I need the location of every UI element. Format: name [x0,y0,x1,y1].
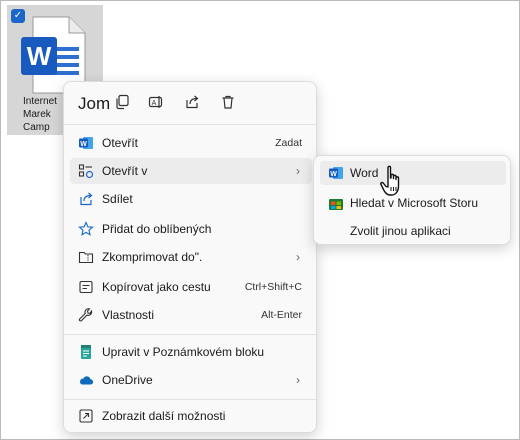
explorer-window: ✓ W Internet Marek Camp Jom A W Otevřít … [0,0,520,440]
cloud-icon [80,376,94,385]
copy-path-icon [79,280,93,294]
menu-item-share[interactable]: Sdílet [70,186,312,212]
menu-item-label: Sdílet [102,192,133,206]
rename-icon[interactable]: A [148,94,164,110]
menu-separator [64,124,316,125]
open-with-submenu: W Word Hledat v Microsoft Storu Zvolit j… [313,155,511,245]
svg-text:A: A [152,100,157,107]
word-icon: W [329,167,343,179]
menu-item-copy-path[interactable]: Kopírovat jako cestu Ctrl+Shift+C [70,274,312,300]
menu-item-shortcut: Alt-Enter [261,309,302,321]
star-icon [78,221,94,236]
menu-item-properties[interactable]: Vlastnosti Alt-Enter [70,302,312,328]
menu-separator [64,399,316,400]
submenu-item-label: Word [350,166,379,180]
svg-text:W: W [330,171,337,178]
menu-item-add-favorites[interactable]: Přidat do oblíbených [70,216,312,242]
menu-separator [64,334,316,335]
menu-item-more-options[interactable]: Zobrazit další možnosti [70,403,312,429]
trash-icon[interactable] [220,94,236,110]
hand-cursor-icon [380,165,400,196]
submenu-item-label: Zvolit jinou aplikaci [350,224,451,238]
menu-header-text: Jom [78,94,111,113]
chevron-right-icon: › [296,164,300,178]
menu-item-shortcut: Zadat [275,137,302,149]
menu-item-label: Otevřít [102,136,139,150]
submenu-item-label: Hledat v Microsoft Storu [350,196,479,210]
chevron-right-icon: › [296,250,300,264]
chevron-right-icon: › [296,373,300,387]
svg-text:W: W [80,141,87,148]
menu-item-shortcut: Ctrl+Shift+C [244,281,302,293]
share-icon [80,192,93,206]
word-icon: W [79,137,93,149]
menu-item-label: Vlastnosti [102,308,155,322]
menu-item-onedrive[interactable]: OneDrive › [70,367,312,393]
submenu-item-store[interactable]: Hledat v Microsoft Storu [320,191,506,215]
share-icon[interactable] [184,94,200,110]
menu-item-label: Zkomprimovat do". [102,250,203,264]
menu-item-open[interactable]: W Otevřít Zadat [70,130,312,156]
more-options-icon [79,409,93,423]
menu-quick-actions: Jom A [64,82,316,122]
submenu-item-word[interactable]: W Word [320,161,506,185]
copy-icon[interactable] [114,94,130,110]
svg-text:W: W [27,41,52,71]
menu-item-label: Přidat do oblíbených [102,222,212,236]
store-icon [329,199,343,210]
menu-item-label: OneDrive [102,373,153,387]
menu-item-label: Zobrazit další možnosti [102,409,226,423]
menu-item-label: Kopírovat jako cestu [102,280,211,294]
notepad-icon [81,345,91,359]
menu-item-compress[interactable]: Zkomprimovat do". › [70,244,312,270]
wrench-icon [78,308,93,322]
menu-item-label: Upravit v Poznámkovém bloku [102,345,265,359]
context-menu: Jom A W Otevřít Zadat Otevřít v › Sdílet… [63,81,317,433]
menu-item-label: Otevřít v [102,164,148,178]
menu-item-open-with[interactable]: Otevřít v › [70,158,312,184]
menu-item-edit-notepad[interactable]: Upravit v Poznámkovém bloku [70,339,312,365]
zip-folder-icon [78,251,94,264]
submenu-item-choose-app[interactable]: Zvolit jinou aplikaci [320,219,506,243]
open-with-icon [78,164,94,179]
